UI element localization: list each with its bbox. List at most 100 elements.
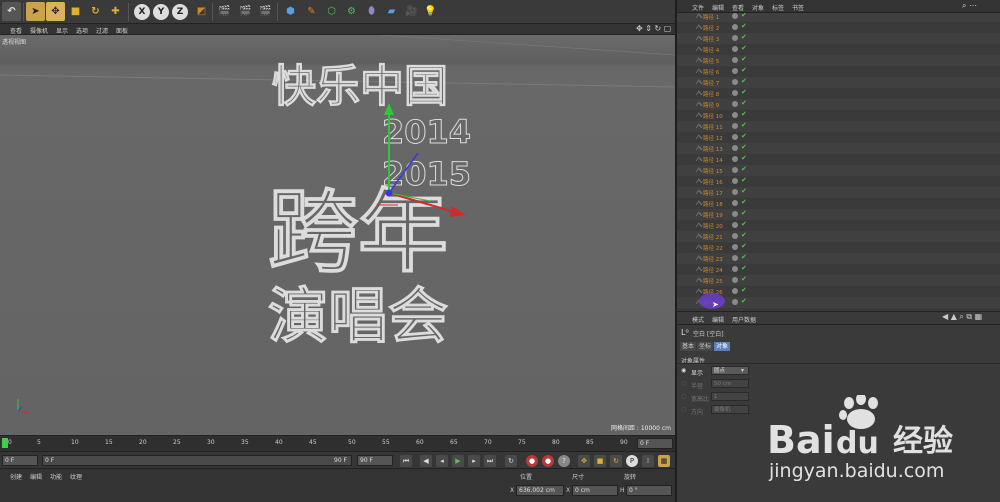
object-row[interactable]: ⁄∿ 路径 14 ✔ <box>677 154 1000 165</box>
layer-dot-icon[interactable] <box>732 35 738 41</box>
object-row[interactable]: ⁄∿ 路径 15 ✔ <box>677 165 1000 176</box>
prev-key-icon[interactable]: ◀ <box>420 455 432 467</box>
rotation-h-field[interactable]: 0 ° <box>626 485 672 496</box>
object-row[interactable]: ⁄∿ 路径 20 ✔ <box>677 220 1000 231</box>
layer-dot-icon[interactable] <box>732 101 738 107</box>
goto-end-icon[interactable]: ⏭ <box>484 455 496 467</box>
om-menu-bookmarks[interactable]: 书签 <box>792 3 804 12</box>
enabled-check-icon[interactable]: ✔ <box>741 297 747 305</box>
light-icon[interactable]: 💡 <box>421 2 440 21</box>
enabled-check-icon[interactable]: ✔ <box>741 99 747 107</box>
object-row[interactable]: ⁄∿ 路径 17 ✔ <box>677 187 1000 198</box>
current-frame-field[interactable]: 0 F <box>637 438 673 449</box>
object-row[interactable]: ⁄∿ 路径 4 ✔ <box>677 44 1000 55</box>
layer-dot-icon[interactable] <box>732 145 738 151</box>
object-row[interactable]: ⁄∿ 路径 21 ✔ <box>677 231 1000 242</box>
timeline-ruler[interactable]: 0 5 10 15 20 25 30 35 40 45 50 55 60 65 … <box>0 435 675 451</box>
object-row[interactable]: ⁄∿ 路径 25 ✔ <box>677 275 1000 286</box>
object-row[interactable]: ⁄∿ 路径 10 ✔ <box>677 110 1000 121</box>
material-menu-function[interactable]: 功能 <box>50 472 62 481</box>
enabled-check-icon[interactable]: ✔ <box>741 110 747 118</box>
object-name[interactable]: 路径 4 <box>703 46 719 54</box>
enabled-check-icon[interactable]: ✔ <box>741 231 747 239</box>
rotate-icon[interactable]: ↻ <box>86 2 105 21</box>
layer-dot-icon[interactable] <box>732 90 738 96</box>
key-param-icon[interactable]: P <box>626 455 638 467</box>
om-menu-tags[interactable]: 标签 <box>772 3 784 12</box>
layer-dot-icon[interactable] <box>732 277 738 283</box>
viewport-nav-icons[interactable]: ✥ ⇕ ↻ ▢ <box>636 24 671 33</box>
object-name[interactable]: 路径 17 <box>703 189 723 197</box>
enabled-check-icon[interactable]: ✔ <box>741 121 747 129</box>
play-icon[interactable]: ▶ <box>452 455 464 467</box>
object-row[interactable]: ⁄∿ 路径 13 ✔ <box>677 143 1000 154</box>
object-row[interactable]: ⁄∿ 路径 16 ✔ <box>677 176 1000 187</box>
object-row[interactable]: ⁄∿ 路径 8 ✔ <box>677 88 1000 99</box>
layer-dot-icon[interactable] <box>732 79 738 85</box>
viewport-menu-panel[interactable]: 面板 <box>116 26 128 35</box>
object-name[interactable]: 路径 3 <box>703 35 719 43</box>
position-x-field[interactable]: 636.002 cm <box>516 485 564 496</box>
object-name[interactable]: 路径 12 <box>703 134 723 142</box>
object-row[interactable]: ⁄∿ 路径 9 ✔ <box>677 99 1000 110</box>
object-name[interactable]: 路径 18 <box>703 200 723 208</box>
layer-dot-icon[interactable] <box>732 57 738 63</box>
range-slider[interactable]: 0 F 90 F <box>42 455 352 466</box>
layer-dot-icon[interactable] <box>732 112 738 118</box>
x-axis-icon[interactable]: X <box>134 4 150 20</box>
object-name[interactable]: 路径 1 <box>703 13 719 21</box>
layer-dot-icon[interactable] <box>732 233 738 239</box>
perspective-viewport[interactable]: 透视视图 快乐中国 2014 2015 跨年 演唱会 网格间距: 10000 … <box>0 35 675 435</box>
enabled-check-icon[interactable]: ✔ <box>741 88 747 96</box>
viewport-menu-display[interactable]: 显示 <box>56 26 68 35</box>
keyframe-selection-icon[interactable]: ? <box>558 455 570 467</box>
object-name[interactable]: 路径 11 <box>703 123 723 131</box>
enabled-check-icon[interactable]: ✔ <box>741 242 747 250</box>
move-icon[interactable]: ✥ <box>46 2 65 21</box>
key-scale-icon[interactable]: ■ <box>594 455 606 467</box>
om-search-icon[interactable]: ⌕ ⋯ <box>962 1 977 11</box>
enabled-check-icon[interactable]: ✔ <box>741 220 747 228</box>
enabled-check-icon[interactable]: ✔ <box>741 198 747 206</box>
key-pla-icon[interactable]: ⁞ <box>642 455 654 467</box>
select-arrow-icon[interactable]: ➤ <box>26 2 45 21</box>
object-name[interactable]: 路径 2 <box>703 24 719 32</box>
layer-dot-icon[interactable] <box>732 134 738 140</box>
key-rotate-icon[interactable]: ↻ <box>610 455 622 467</box>
enabled-check-icon[interactable]: ✔ <box>741 209 747 217</box>
z-axis-icon[interactable]: Z <box>172 4 188 20</box>
object-name[interactable]: 路径 10 <box>703 112 723 120</box>
render-picture-icon[interactable]: 🎬 <box>236 2 255 21</box>
loop-icon[interactable]: ↻ <box>505 455 517 467</box>
layer-dot-icon[interactable] <box>732 255 738 261</box>
layer-dot-icon[interactable] <box>732 13 738 19</box>
plus-icon[interactable]: ✚ <box>106 2 125 21</box>
key-move-icon[interactable]: ✥ <box>578 455 590 467</box>
object-name[interactable]: 路径 7 <box>703 79 719 87</box>
enabled-check-icon[interactable]: ✔ <box>741 187 747 195</box>
y-axis-icon[interactable]: Y <box>153 4 169 20</box>
goto-start-icon[interactable]: ⏮ <box>400 455 412 467</box>
layer-dot-icon[interactable] <box>732 211 738 217</box>
object-name[interactable]: 路径 13 <box>703 145 723 153</box>
object-row[interactable]: ⁄∿路径 28✔ <box>677 308 1000 309</box>
om-menu-edit[interactable]: 编辑 <box>712 3 724 12</box>
pen-icon[interactable]: ✎ <box>302 2 321 21</box>
tab-object[interactable]: 对象 <box>714 342 731 351</box>
autokey-icon[interactable]: ● <box>542 455 554 467</box>
enabled-check-icon[interactable]: ✔ <box>741 55 747 63</box>
scene-icon[interactable]: ▰ <box>382 2 401 21</box>
om-menu-file[interactable]: 文件 <box>692 3 704 12</box>
deformer-icon[interactable]: ⬮ <box>362 2 381 21</box>
enabled-check-icon[interactable]: ✔ <box>741 308 747 309</box>
object-row[interactable]: ⁄∿ 路径 6 ✔ <box>677 66 1000 77</box>
tab-coord[interactable]: 坐标 <box>697 342 714 351</box>
layer-dot-icon[interactable] <box>732 178 738 184</box>
layer-dot-icon[interactable] <box>732 299 738 305</box>
layer-dot-icon[interactable] <box>732 200 738 206</box>
start-frame-field[interactable]: 0 F <box>2 455 38 466</box>
object-row[interactable]: ⁄∿路径 26✔ <box>677 286 1000 297</box>
layer-dot-icon[interactable] <box>732 288 738 294</box>
enabled-check-icon[interactable]: ✔ <box>741 165 747 173</box>
enabled-check-icon[interactable]: ✔ <box>741 264 747 272</box>
